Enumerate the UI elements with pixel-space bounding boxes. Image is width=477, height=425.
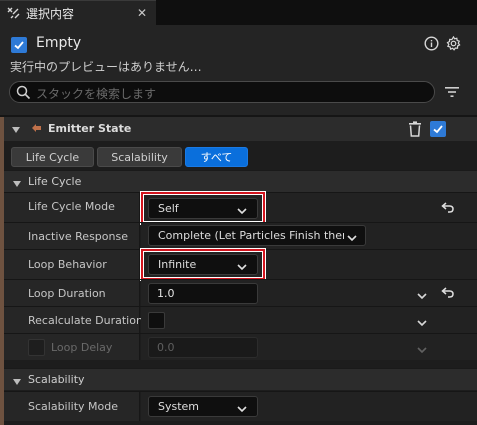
search-icon	[16, 85, 31, 103]
checkbox-icon	[433, 125, 443, 134]
scalability-mode-dropdown[interactable]: System	[148, 396, 258, 417]
tab-bar: 選択内容 ✕	[0, 0, 477, 25]
dropdown-value: System	[158, 400, 200, 413]
gear-icon[interactable]	[446, 35, 461, 54]
emitter-enabled-checkbox[interactable]	[430, 121, 446, 137]
chevron-down-icon	[237, 403, 247, 416]
trash-icon[interactable]	[408, 121, 422, 140]
property-row: Life Cycle Mode Self	[4, 192, 477, 224]
loop-delay-field[interactable]: 0.0	[148, 337, 258, 358]
chevron-down-icon[interactable]	[12, 376, 22, 389]
search-placeholder: スタックを検索します	[36, 87, 157, 101]
chevron-down-icon[interactable]	[417, 317, 427, 330]
emitter-icon	[31, 122, 43, 137]
tab-scalability[interactable]: Scalability	[97, 147, 182, 167]
dropdown-value: Complete (Let Particles Finish then	[158, 229, 350, 242]
preview-status: 実行中のプレビューはありません…	[10, 60, 202, 74]
tab-title: 選択内容	[26, 6, 75, 21]
property-row: Inactive Response Complete (Let Particle…	[4, 222, 477, 249]
property-row: Loop Behavior Infinite	[4, 249, 477, 280]
highlight-box	[141, 192, 265, 224]
tab-life-cycle[interactable]: Life Cycle	[11, 147, 94, 167]
info-icon[interactable]	[424, 36, 439, 54]
recalculate-duration-checkbox[interactable]	[148, 312, 165, 329]
close-icon[interactable]: ✕	[137, 6, 147, 20]
reset-arrow-icon[interactable]	[441, 202, 454, 216]
loop-duration-field[interactable]: 1.0	[148, 283, 258, 304]
chevron-down-icon	[417, 344, 427, 357]
chevron-down-icon[interactable]	[417, 290, 427, 303]
highlight-box	[141, 249, 265, 280]
search-input[interactable]: スタックを検索します	[9, 81, 435, 103]
chevron-down-icon	[344, 232, 357, 245]
property-label: Loop Delay	[51, 341, 113, 354]
chevron-down-icon[interactable]	[12, 178, 22, 191]
category-filter-tabs: Life Cycle Scalability すべて	[4, 142, 477, 170]
loop-delay-checkbox[interactable]	[28, 339, 45, 356]
section-label: Life Cycle	[28, 175, 82, 188]
property-label: Scalability Mode	[28, 400, 119, 413]
property-row: Loop Delay 0.0	[4, 333, 477, 360]
property-label: Inactive Response	[28, 230, 128, 243]
reset-arrow-icon[interactable]	[441, 287, 454, 301]
property-row: Scalability Mode System	[4, 391, 477, 421]
tab-all[interactable]: すべて	[185, 147, 248, 167]
property-label: Loop Duration	[28, 287, 106, 300]
property-label: Loop Behavior	[28, 258, 107, 271]
tab-selection[interactable]: 選択内容 ✕	[0, 0, 156, 25]
section-life-cycle[interactable]: Life Cycle	[4, 170, 477, 192]
section-scalability[interactable]: Scalability	[4, 368, 477, 390]
property-row: Recalculate Duration	[4, 306, 477, 333]
inactive-response-dropdown[interactable]: Complete (Let Particles Finish then	[148, 225, 366, 246]
details-panel-icon	[6, 6, 20, 20]
checkbox-icon	[14, 41, 24, 50]
section-label: Scalability	[28, 373, 85, 386]
filter-icon[interactable]	[444, 85, 460, 102]
property-label: Recalculate Duration	[28, 314, 143, 327]
enabled-checkbox[interactable]	[11, 37, 27, 53]
property-label: Life Cycle Mode	[28, 200, 115, 213]
emitter-state-title: Emitter State	[48, 122, 132, 135]
emitter-state-header[interactable]: Emitter State	[4, 117, 477, 141]
page-title: Empty	[36, 35, 82, 51]
chevron-down-icon[interactable]	[11, 124, 21, 137]
details-header: Empty 実行中のプレビューはありません… スタックを検索します	[0, 25, 477, 115]
property-row: Loop Duration 1.0	[4, 279, 477, 306]
